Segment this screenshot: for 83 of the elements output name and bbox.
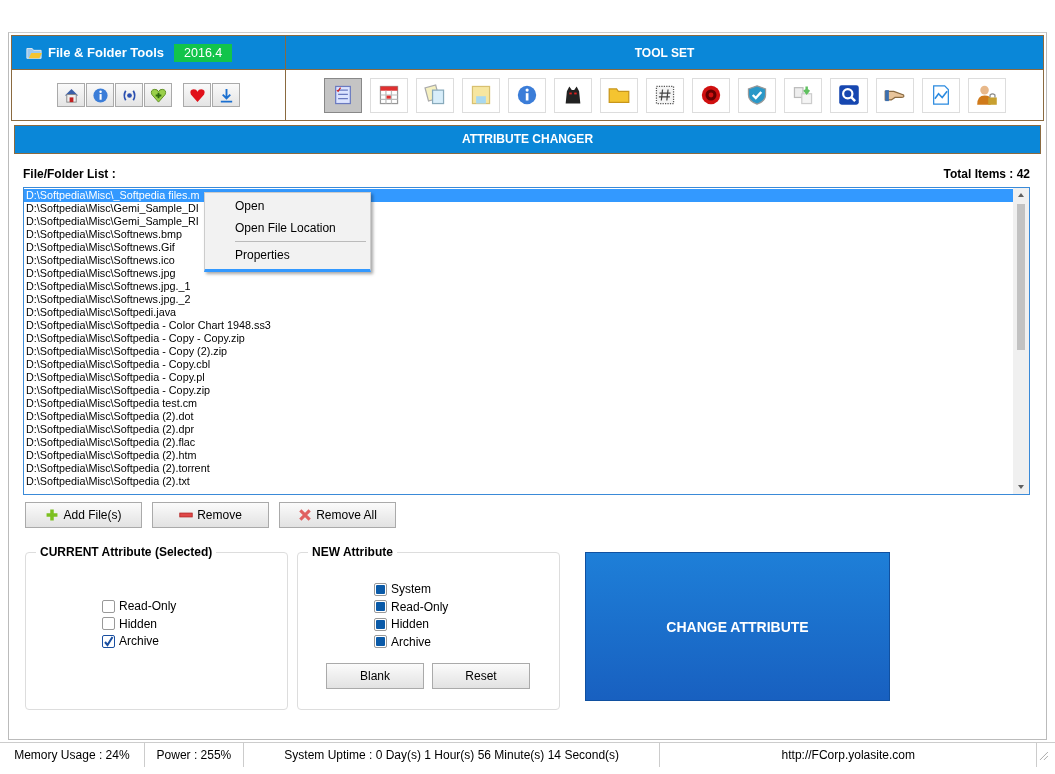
checkbox[interactable] <box>102 599 115 613</box>
status-field: System Uptime : 0 Day(s) 1 Hour(s) 56 Minute(s) 14 Second(s) <box>244 743 661 767</box>
list-item[interactable]: D:\Softpedia\Misc\Softpedia (2).dot <box>24 410 194 423</box>
list-item[interactable]: D:\Softpedia\Misc\Softnews.ico <box>24 254 175 267</box>
change-attribute-button[interactable]: CHANGE ATTRIBUTE <box>585 552 890 701</box>
list-item[interactable]: D:\Softpedia\Misc\Softpedia (2).dpr <box>24 423 195 436</box>
section-title: TOOL SET <box>634 45 695 60</box>
checkbox-label: Read-Only <box>391 599 449 614</box>
list-item[interactable]: D:\Softpedia\Misc\Softpedia (2).torrent <box>24 462 210 475</box>
checkbox[interactable] <box>374 617 387 631</box>
total-items: Total Items : 42 <box>943 167 1030 183</box>
heart-icon <box>188 86 206 104</box>
app-title: File & Folder Tools <box>48 45 165 60</box>
toolbar-button[interactable] <box>212 83 240 107</box>
window-icon <box>469 84 492 106</box>
file-list[interactable] <box>23 187 1030 495</box>
shield-icon <box>745 84 768 106</box>
checkbox-label: Archive <box>119 634 159 649</box>
list-item[interactable]: D:\Softpedia\Misc\Softpedia - Copy.zip <box>24 384 211 397</box>
list-item[interactable]: D:\Softpedia\Misc\Softpedia (2).txt <box>24 475 190 488</box>
list-action-button[interactable]: Remove <box>152 502 269 528</box>
checkbox-label: System <box>391 582 431 597</box>
list-item[interactable]: D:\Softpedia\Misc\Softnews.bmp <box>24 228 183 241</box>
search-icon <box>837 84 860 106</box>
checkbox[interactable] <box>374 582 387 596</box>
list-item[interactable]: D:\Softpedia\Misc\Softpedia - Color Chart 1948.ss3 <box>24 319 271 332</box>
list-item[interactable]: D:\Softpedia\Misc\Softnews.jpg <box>24 267 176 280</box>
version-badge: 2016.4 <box>174 43 233 62</box>
plus-icon <box>45 508 60 522</box>
list-item[interactable]: D:\Softpedia\Misc\Softpedia - Copy.pl <box>24 371 205 384</box>
checkbox-label: Read-Only <box>119 599 177 614</box>
scroll-down-icon[interactable] <box>1018 485 1024 489</box>
scrollbar[interactable] <box>1013 188 1029 494</box>
list-action-button[interactable]: Remove All <box>279 502 396 528</box>
checkbox[interactable] <box>102 617 115 631</box>
scroll-thumb[interactable] <box>1017 204 1025 350</box>
status-field: Memory Usage : 24% <box>0 743 145 767</box>
translate-icon <box>791 84 814 106</box>
scroll-up-icon[interactable] <box>1018 193 1024 197</box>
menu-item[interactable]: Open File Location <box>205 217 370 239</box>
toolbar-button[interactable] <box>86 83 114 107</box>
list-label: File/Folder List : <box>23 167 116 183</box>
info-icon <box>91 86 109 104</box>
menu-item[interactable]: Properties <box>205 244 370 266</box>
user-lock-icon <box>975 84 998 106</box>
list-item[interactable]: D:\Softpedia\Misc\Softpedia (2).flac <box>24 436 196 449</box>
list-item[interactable]: D:\Softpedia\Misc\Softpedia - Copy - Copy.zip <box>24 332 245 345</box>
checkbox-label: Hidden <box>391 617 430 632</box>
list-item[interactable]: D:\Softpedia\Misc\Softpedia - Copy (2).zip <box>24 345 228 358</box>
section-header: ATTRIBUTE CHANGER <box>14 125 1041 154</box>
list-item[interactable]: D:\Softpedia\Misc\Softpedi.java <box>24 306 177 319</box>
status-field: Power : 255% <box>144 743 244 767</box>
toolbar-button[interactable] <box>183 83 211 107</box>
list-item[interactable]: D:\Softpedia\Misc\Softnews.jpg._1 <box>24 280 191 293</box>
list-item[interactable]: D:\Softpedia\Misc\Softpedia test.cm <box>24 397 198 410</box>
list-item[interactable]: D:\Softpedia\Misc\Softpedia (2).htm <box>24 449 197 462</box>
hash-icon <box>653 84 676 106</box>
info-icon <box>515 84 538 106</box>
calendar-icon <box>377 84 400 106</box>
checkbox[interactable] <box>374 635 387 649</box>
group-title: NEW Attribute <box>308 545 397 559</box>
documents-icon <box>423 84 446 106</box>
group-button[interactable]: Blank <box>326 663 424 689</box>
checkbox-label: Archive <box>391 634 431 649</box>
heart-plus-icon <box>149 86 167 104</box>
list-item[interactable]: D:\Softpedia\Misc\Softpedia - Copy.cbl <box>24 358 211 371</box>
house-icon <box>62 86 80 104</box>
checkbox[interactable] <box>374 600 387 614</box>
group-button[interactable]: Reset <box>432 663 530 689</box>
toolbar-button[interactable] <box>144 83 172 107</box>
status-field: http://FCorp.yolasite.com <box>660 743 1038 767</box>
checkbox-label: Hidden <box>119 616 158 631</box>
group-title: CURRENT Attribute (Selected) <box>36 545 217 559</box>
cross-icon <box>298 508 313 522</box>
list-item[interactable]: D:\Softpedia\Misc\Softnews.Gif <box>24 241 175 254</box>
resize-grip[interactable] <box>1037 749 1049 761</box>
list-action-button[interactable]: Add File(s) <box>25 502 142 528</box>
toolbar-button[interactable] <box>57 83 85 107</box>
checkbox[interactable] <box>102 634 115 648</box>
list-item[interactable]: D:\Softpedia\Misc\Softnews.jpg._2 <box>24 293 191 306</box>
list-item[interactable]: D:\Softpedia\Misc\Gemi_Sample_RI <box>24 215 199 228</box>
list-item[interactable]: D:\Softpedia\Misc\Gemi_Sample_DI <box>24 202 199 215</box>
toolbar-button[interactable] <box>115 83 143 107</box>
